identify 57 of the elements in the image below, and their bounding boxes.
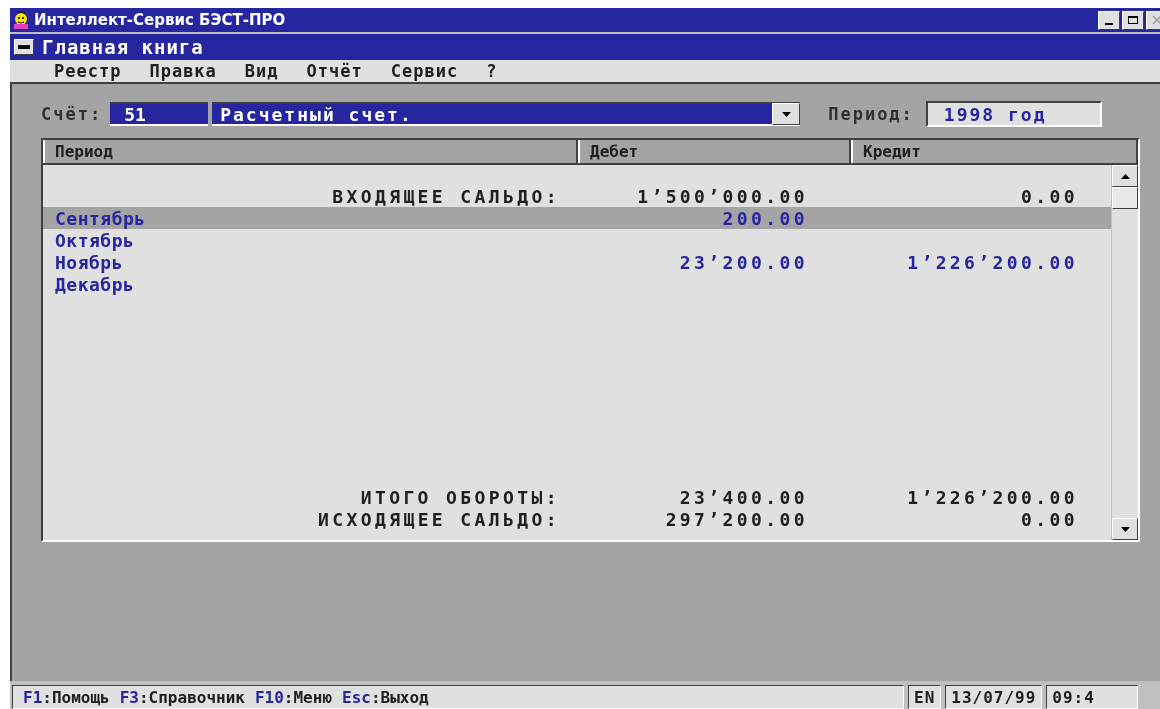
status-date: 13/07/99 xyxy=(945,685,1043,709)
caret-icon xyxy=(781,111,791,117)
minimize-button[interactable] xyxy=(1098,10,1120,30)
total-label: ИТОГО ОБОРОТЫ: xyxy=(359,486,561,508)
status-time: 09:4 xyxy=(1046,685,1139,709)
period-cell[interactable]: Сентябрь xyxy=(43,207,578,229)
account-label: Счёт: xyxy=(41,104,103,124)
caret-icon xyxy=(1120,526,1130,532)
selected-row[interactable]: Сентябрь 200.00 xyxy=(43,207,1111,229)
menu-item[interactable]: Отчёт xyxy=(306,61,363,81)
minus-icon xyxy=(18,45,30,49)
shortcut-hint[interactable]: F10:Меню xyxy=(254,687,332,707)
total-label: ИСХОДЯЩЕЕ САЛЬДО: xyxy=(316,508,561,530)
period-cell[interactable]: Декабрь xyxy=(43,273,578,295)
shortcut-hint[interactable]: Esc:Выход xyxy=(342,687,429,707)
document-title: Главная книга xyxy=(42,36,204,58)
maximize-button[interactable] xyxy=(1122,10,1144,30)
dropdown-button[interactable] xyxy=(772,103,801,125)
credit-cell-text: 1’226’200.00 xyxy=(906,251,1078,273)
period-label: Период: xyxy=(828,104,914,124)
period-cell-text: ВХОДЯЩЕЕ САЛЬДО: xyxy=(331,185,561,207)
column-header[interactable]: Кредит xyxy=(851,140,1138,163)
period-field[interactable]: 1998 год xyxy=(925,101,1102,127)
period-cell[interactable]: Ноябрь xyxy=(43,251,578,273)
scroll-down-button[interactable] xyxy=(1112,518,1138,540)
debit-cell-text: 200.00 xyxy=(721,207,808,229)
language-indicator: EN xyxy=(908,685,942,709)
credit-cell-text: 0.00 xyxy=(1020,508,1078,530)
menu-item[interactable]: Сервис xyxy=(390,61,459,81)
menu-item[interactable]: Правка xyxy=(149,61,217,81)
account-name-combo[interactable]: Расчетный счет. xyxy=(212,102,801,126)
menu-item[interactable]: Реестр xyxy=(54,61,122,81)
shortcut-hint[interactable]: F3:Справочник xyxy=(119,687,245,707)
credit-cell-text: 0.00 xyxy=(1020,185,1078,207)
system-menu-button[interactable] xyxy=(14,39,34,55)
menu-item[interactable]: ? xyxy=(486,61,498,81)
credit-cell-text: 1’226’200.00 xyxy=(906,486,1078,508)
column-header[interactable]: Период xyxy=(43,140,578,163)
account-name-text: Расчетный счет. xyxy=(219,103,414,125)
account-number-field[interactable]: 51 xyxy=(110,102,209,126)
debit-cell-text: 1’500’000.00 xyxy=(636,185,808,207)
shortcut-hint[interactable]: F1:Помощь xyxy=(23,687,110,707)
mascot-icon xyxy=(12,11,30,29)
debit-cell-text: 297’200.00 xyxy=(664,508,808,530)
minimize-icon xyxy=(1105,23,1113,25)
debit-cell-text: 23’200.00 xyxy=(678,251,808,273)
scroll-thumb[interactable] xyxy=(1112,187,1138,209)
period-cell[interactable]: Октябрь xyxy=(43,229,578,251)
scrollbar[interactable] xyxy=(1111,165,1138,540)
debit-cell-text: 23’400.00 xyxy=(678,486,808,508)
window-title: Интеллект-Сервис БЭСТ-ПРО xyxy=(34,11,286,29)
maximize-icon xyxy=(1127,15,1139,25)
close-icon xyxy=(1151,15,1160,25)
caret-icon xyxy=(1120,173,1130,179)
menu-item[interactable]: Вид xyxy=(244,61,279,81)
column-header[interactable]: Дебет xyxy=(578,140,851,163)
scroll-up-button[interactable] xyxy=(1112,165,1138,187)
